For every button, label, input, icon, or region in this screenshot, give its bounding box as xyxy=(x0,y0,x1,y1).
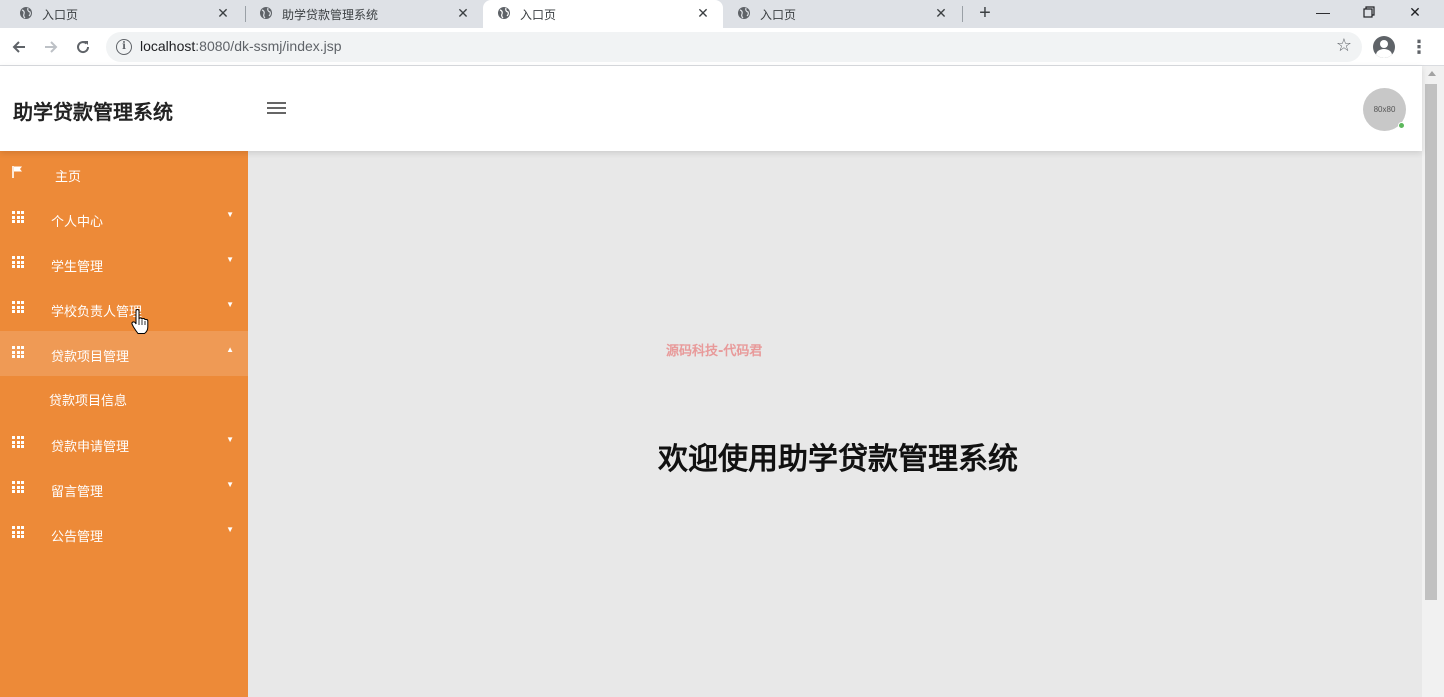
browser-tab[interactable]: 入口页 ✕ xyxy=(718,0,961,28)
forward-arrow-icon[interactable] xyxy=(40,36,62,58)
caret-down-icon: ▼ xyxy=(226,480,234,489)
grid-icon xyxy=(12,301,26,313)
welcome-heading: 欢迎使用助学贷款管理系统 xyxy=(658,442,1018,477)
sidebar-subitem-loan-project-info[interactable]: 贷款项目信息 xyxy=(0,376,248,421)
sidebar-item-student-management[interactable]: 学生管理 ▼ xyxy=(0,241,248,286)
caret-down-icon: ▼ xyxy=(226,210,234,219)
sidebar-item-label: 学生管理 xyxy=(51,260,104,275)
globe-icon xyxy=(20,7,32,19)
grid-icon xyxy=(12,346,26,358)
watermark-text: 源码科技-代码君 xyxy=(666,344,763,359)
hand-pointer-cursor-icon xyxy=(131,309,149,334)
grid-icon xyxy=(12,256,26,268)
profile-icon[interactable] xyxy=(1373,36,1395,58)
sidebar-item-label: 主页 xyxy=(55,170,82,185)
sidebar: 主页 个人中心 ▼ 学生管理 ▼ 学校负责人管理 ▼ 贷款项目管理 ▲ 贷款项目… xyxy=(0,151,248,697)
caret-down-icon: ▼ xyxy=(226,300,234,309)
grid-icon xyxy=(12,211,26,223)
close-icon[interactable]: ✕ xyxy=(455,5,471,21)
tab-title: 入口页 xyxy=(520,8,557,22)
sidebar-item-home[interactable]: 主页 xyxy=(0,151,248,196)
sidebar-item-label: 个人中心 xyxy=(51,215,104,230)
globe-icon xyxy=(260,7,272,19)
sidebar-item-label: 贷款申请管理 xyxy=(51,440,130,455)
sidebar-item-label: 公告管理 xyxy=(51,530,104,545)
grid-icon xyxy=(12,481,26,493)
close-icon[interactable]: ✕ xyxy=(215,5,231,21)
app-header: 助学贷款管理系统 80x80 xyxy=(0,66,1422,151)
sidebar-item-announcement-management[interactable]: 公告管理 ▼ xyxy=(0,511,248,556)
back-arrow-icon[interactable] xyxy=(8,36,30,58)
hamburger-menu-icon[interactable] xyxy=(267,101,287,117)
caret-down-icon: ▼ xyxy=(226,435,234,444)
browser-tab-bar: 入口页 ✕ 助学贷款管理系统 ✕ 入口页 ✕ 入口页 ✕ + — ✕ xyxy=(0,0,1444,28)
sidebar-item-school-manager[interactable]: 学校负责人管理 ▼ xyxy=(0,286,248,331)
restore-icon[interactable] xyxy=(1346,0,1392,28)
tab-title: 入口页 xyxy=(760,8,797,22)
star-icon[interactable]: ☆ xyxy=(1336,35,1352,56)
scrollbar-thumb[interactable] xyxy=(1425,84,1437,600)
globe-icon xyxy=(738,7,750,19)
caret-down-icon: ▼ xyxy=(226,255,234,264)
scroll-up-arrow-icon[interactable] xyxy=(1428,71,1436,76)
sidebar-item-loan-application-management[interactable]: 贷款申请管理 ▼ xyxy=(0,421,248,466)
sidebar-item-message-management[interactable]: 留言管理 ▼ xyxy=(0,466,248,511)
flag-icon xyxy=(12,166,22,178)
grid-icon xyxy=(12,436,26,448)
browser-toolbar: i localhost:8080/dk-ssmj/index.jsp ☆ ⋮ xyxy=(0,28,1444,66)
sidebar-item-label: 贷款项目管理 xyxy=(51,350,130,365)
globe-icon xyxy=(498,7,510,19)
sidebar-item-personal-center[interactable]: 个人中心 ▼ xyxy=(0,196,248,241)
minimize-icon[interactable]: — xyxy=(1300,0,1346,28)
plus-icon[interactable]: + xyxy=(974,2,996,24)
sidebar-item-label: 学校负责人管理 xyxy=(51,305,143,320)
tab-title: 入口页 xyxy=(42,8,79,22)
grid-icon xyxy=(12,526,26,538)
reload-icon[interactable] xyxy=(72,36,94,58)
browser-tab[interactable]: 入口页 ✕ xyxy=(0,0,243,28)
tab-divider xyxy=(962,6,963,22)
online-status-dot xyxy=(1398,122,1405,129)
close-icon[interactable]: ✕ xyxy=(695,5,711,21)
close-icon[interactable]: ✕ xyxy=(933,5,949,21)
site-info-icon[interactable]: i xyxy=(116,39,132,55)
sidebar-item-loan-project-management[interactable]: 贷款项目管理 ▲ xyxy=(0,331,248,376)
close-icon[interactable]: ✕ xyxy=(1392,0,1438,28)
kebab-menu-icon[interactable]: ⋮ xyxy=(1410,36,1428,58)
avatar[interactable]: 80x80 xyxy=(1363,88,1406,131)
browser-tab-active[interactable]: 入口页 ✕ xyxy=(483,0,723,28)
caret-down-icon: ▼ xyxy=(226,525,234,534)
main-content: 源码科技-代码君 欢迎使用助学贷款管理系统 xyxy=(248,151,1422,697)
caret-up-icon: ▲ xyxy=(226,345,234,354)
page-scrollbar[interactable] xyxy=(1422,66,1444,697)
browser-tab[interactable]: 助学贷款管理系统 ✕ xyxy=(240,0,483,28)
address-bar[interactable]: i localhost:8080/dk-ssmj/index.jsp ☆ xyxy=(106,32,1362,62)
tab-title: 助学贷款管理系统 xyxy=(282,8,379,22)
sidebar-item-label: 留言管理 xyxy=(51,485,104,500)
app-page: 助学贷款管理系统 80x80 主页 个人中心 ▼ 学生管理 ▼ 学校负责人管理 … xyxy=(0,66,1422,697)
avatar-placeholder-text: 80x80 xyxy=(1373,105,1396,114)
url-text: localhost:8080/dk-ssmj/index.jsp xyxy=(140,38,342,54)
sidebar-subitem-label: 贷款项目信息 xyxy=(49,394,128,409)
app-title: 助学贷款管理系统 xyxy=(13,100,173,124)
